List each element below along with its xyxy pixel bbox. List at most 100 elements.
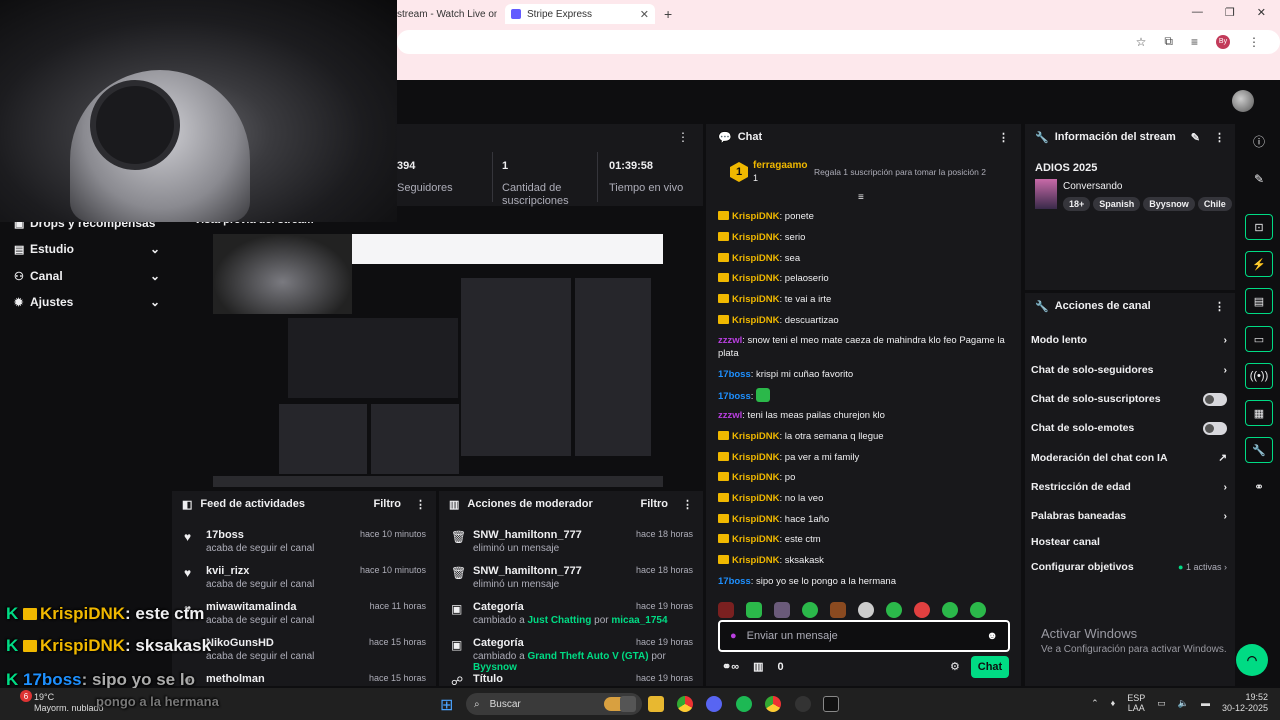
tab-stream[interactable]: stream - Watch Live on✕: [397, 4, 497, 24]
battery-icon[interactable]: ▬: [1201, 698, 1210, 708]
language-indicator[interactable]: ESP LAA: [1127, 693, 1145, 713]
action-banned-words[interactable]: Palabras baneadas ›: [1031, 506, 1227, 526]
mod-view-icon[interactable]: ⚭∞: [722, 660, 739, 673]
task-view-icon[interactable]: [620, 696, 636, 712]
emote-icon[interactable]: [802, 602, 818, 618]
people-icon[interactable]: ⚭: [1245, 474, 1273, 500]
gear-icon[interactable]: ⚙: [950, 660, 960, 673]
top-gifter-name[interactable]: ferragaamo: [753, 160, 807, 171]
broadcast-icon[interactable]: ((•)): [1245, 363, 1273, 389]
chat-username[interactable]: KrispiDNK: [732, 294, 780, 305]
action-subs-only[interactable]: Chat de solo-suscriptores: [1031, 389, 1227, 409]
media-icon[interactable]: ≡: [1191, 35, 1198, 49]
wrench-icon[interactable]: 🔧: [1245, 437, 1273, 463]
emote-icon[interactable]: [942, 602, 958, 618]
clock[interactable]: 19:52 30-12-2025: [1222, 692, 1268, 714]
user-avatar[interactable]: [1232, 90, 1254, 112]
mic-icon[interactable]: ♦: [1111, 698, 1116, 708]
obs-icon[interactable]: [795, 696, 811, 712]
action-goals[interactable]: Configurar objetivos ● 1 activas ›: [1031, 557, 1227, 577]
chat-username[interactable]: KrispiDNK: [732, 273, 780, 284]
chrome-active-icon[interactable]: [765, 696, 781, 712]
stream-preview[interactable]: [213, 234, 663, 487]
emote-icon[interactable]: [774, 602, 790, 618]
nav-settings[interactable]: ✹ Ajustes ⌄: [14, 295, 160, 309]
windows-start-icon[interactable]: ⊞: [440, 695, 453, 715]
menu-icon[interactable]: ⋮: [1248, 35, 1260, 49]
points-icon[interactable]: ▥: [753, 660, 763, 673]
network-icon[interactable]: ▭: [1157, 698, 1166, 709]
mod-item[interactable]: 🗑 SNW_hamiltonn_777 eliminó un mensaje hace…: [439, 525, 703, 560]
emote-icon[interactable]: [914, 602, 930, 618]
action-host-channel[interactable]: Hostear canal: [1031, 532, 1227, 552]
gift-prompt[interactable]: Regala 1 suscripción para tomar la posic…: [814, 167, 986, 177]
chat-username[interactable]: zzzwl: [718, 335, 742, 346]
info-icon[interactable]: ⓘ: [1245, 128, 1273, 154]
emote-icon[interactable]: [746, 602, 762, 618]
help-bubble-icon[interactable]: ◠: [1236, 644, 1268, 676]
extensions-icon[interactable]: ⧉: [1164, 34, 1173, 49]
inventory-icon[interactable]: ▦: [1245, 400, 1273, 426]
volume-icon[interactable]: 🔈: [1178, 698, 1189, 709]
chevron-up-icon[interactable]: ⌃: [1091, 698, 1099, 709]
feed-filter-button[interactable]: Filtro: [374, 498, 402, 510]
emote-icon[interactable]: [970, 602, 986, 618]
chat-username[interactable]: KrispiDNK: [732, 431, 780, 442]
emote-icon[interactable]: [830, 602, 846, 618]
mod-category[interactable]: Just Chatting: [527, 615, 591, 626]
camera-icon[interactable]: ⊡: [1245, 214, 1273, 240]
collapse-icon[interactable]: ≡: [858, 192, 864, 203]
chat-username[interactable]: KrispiDNK: [732, 555, 780, 566]
discord-icon[interactable]: [706, 696, 722, 712]
mic-icon[interactable]: ●: [730, 630, 737, 642]
chat-input[interactable]: ● Enviar un mensaje ☻: [718, 620, 1010, 652]
lightning-icon[interactable]: ⚡: [1245, 251, 1273, 277]
close-window-icon[interactable]: ✕: [1257, 6, 1266, 19]
profile-avatar[interactable]: By: [1216, 34, 1230, 49]
tag[interactable]: Byysnow: [1143, 197, 1195, 211]
star-icon[interactable]: ☆: [1136, 35, 1147, 49]
chat-username[interactable]: KrispiDNK: [732, 472, 780, 483]
tag[interactable]: Chile: [1197, 197, 1232, 211]
chat-send-button[interactable]: Chat: [971, 656, 1009, 678]
chat-username[interactable]: KrispiDNK: [732, 452, 780, 463]
minimize-icon[interactable]: —: [1192, 6, 1203, 19]
more-icon[interactable]: ⋮: [1214, 300, 1225, 313]
emote-icon[interactable]: [886, 602, 902, 618]
subs-only-toggle[interactable]: [1203, 392, 1227, 406]
more-icon[interactable]: ⋮: [998, 131, 1009, 144]
pencil-icon[interactable]: ✎: [1245, 166, 1273, 192]
taskbar-search[interactable]: ⌕ Buscar: [466, 693, 642, 715]
tag[interactable]: 18+: [1063, 197, 1091, 211]
mod-item[interactable]: ▣ Categoría cambiado a Just Chatting por m…: [439, 597, 703, 632]
close-icon[interactable]: ✕: [640, 8, 649, 21]
chat-username[interactable]: KrispiDNK: [732, 211, 780, 222]
chat-username[interactable]: KrispiDNK: [732, 493, 780, 504]
action-age-restriction[interactable]: Restricción de edad ›: [1031, 477, 1227, 497]
feed-item[interactable]: ♥ 17boss acaba de seguir el canal hace 10 m…: [172, 525, 436, 560]
mod-item[interactable]: 🗑 SNW_hamiltonn_777 eliminó un mensaje hace…: [439, 561, 703, 596]
more-icon[interactable]: ⋮: [415, 498, 426, 511]
epic-games-icon[interactable]: [823, 696, 839, 712]
mod-item[interactable]: ▣ Categoría cambiado a Grand Theft Auto V …: [439, 633, 703, 673]
nav-studio[interactable]: ▤ Estudio ⌄: [14, 242, 160, 256]
chat-username[interactable]: 17boss: [718, 576, 751, 587]
emote-icon[interactable]: [718, 602, 734, 618]
action-followers-only[interactable]: Chat de solo-seguidores ›: [1031, 360, 1227, 380]
emote-icon[interactable]: [858, 602, 874, 618]
weather-widget[interactable]: 19°C Mayorm. nublado: [34, 692, 104, 714]
tag[interactable]: Spanish: [1093, 197, 1141, 211]
file-explorer-icon[interactable]: [648, 696, 664, 712]
chat-username[interactable]: KrispiDNK: [732, 534, 780, 545]
chat-username[interactable]: KrispiDNK: [732, 315, 780, 326]
emoji-icon[interactable]: ☻: [986, 630, 998, 642]
chat-username[interactable]: 17boss: [718, 369, 751, 380]
mod-category[interactable]: Grand Theft Auto V (GTA): [527, 651, 648, 662]
more-icon[interactable]: ⋮: [677, 130, 689, 144]
clipboard-icon[interactable]: ▤: [1245, 288, 1273, 314]
mod-filter-button[interactable]: Filtro: [641, 498, 669, 510]
chat-bubble-icon[interactable]: ▭: [1245, 326, 1273, 352]
spotify-icon[interactable]: [736, 696, 752, 712]
edit-icon[interactable]: ✎: [1191, 131, 1200, 144]
emotes-only-toggle[interactable]: [1203, 421, 1227, 435]
